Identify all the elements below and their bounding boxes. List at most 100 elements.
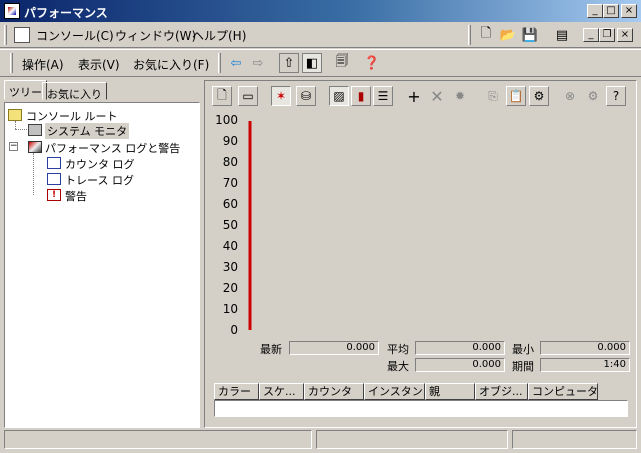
tree-label: 警告 <box>65 190 87 203</box>
help-icon[interactable]: ❓ <box>362 53 382 73</box>
y-tick-label: 0 <box>230 323 238 337</box>
tree-label: トレース ログ <box>65 174 134 187</box>
latest-value: 0.000 <box>289 341 379 355</box>
column-scale[interactable]: スケ... <box>259 383 304 400</box>
delete-counter-icon[interactable]: ✕ <box>427 86 447 106</box>
tab-tree[interactable]: ツリー <box>4 80 47 100</box>
y-tick-label: 10 <box>223 302 238 316</box>
collapse-toggle-icon[interactable]: − <box>9 142 18 151</box>
folder-icon <box>8 109 22 121</box>
counter-log-icon <box>47 157 61 169</box>
y-tick-label: 60 <box>223 197 238 211</box>
tab-favorites[interactable]: お気に入り <box>42 82 107 101</box>
mdi-restore-button[interactable]: ❐ <box>599 28 615 42</box>
copy-properties-icon[interactable]: ⎘ <box>483 86 503 106</box>
menu-view[interactable]: 表示(V) <box>78 56 120 73</box>
tree-label: パフォーマンス ログと警告 <box>45 142 181 155</box>
average-value: 0.000 <box>415 341 505 355</box>
new-file-icon[interactable]: 🗋 <box>476 25 496 45</box>
view-log-data-icon[interactable]: ⛁ <box>296 86 316 106</box>
clear-display-icon[interactable]: ▭ <box>238 86 258 106</box>
up-level-icon[interactable]: ⇧ <box>279 53 299 73</box>
column-object[interactable]: オブジ... <box>475 383 528 400</box>
graph-area: 100 90 80 70 60 50 40 30 20 10 0 <box>210 110 630 340</box>
back-arrow-icon[interactable]: ⇦ <box>226 53 246 73</box>
average-label: 平均 <box>387 343 409 356</box>
y-tick-label: 40 <box>223 239 238 253</box>
view-histogram-icon[interactable]: ▮ <box>351 86 371 106</box>
status-panel-3 <box>512 430 637 449</box>
mdi-minimize-button[interactable]: _ <box>583 28 599 42</box>
monitor-help-icon[interactable]: ? <box>606 86 626 106</box>
tree-label: システム モニタ <box>45 123 130 139</box>
title-bar: パフォーマンス _ □ × <box>0 0 641 22</box>
y-tick-label: 20 <box>223 281 238 295</box>
new-counter-set-icon[interactable]: 🗋 <box>212 86 232 106</box>
column-color[interactable]: カラー <box>214 383 259 400</box>
monitor-icon <box>28 124 42 136</box>
menu-window[interactable]: ウィンドウ(W) <box>115 27 196 44</box>
trace-log-icon <box>47 173 61 185</box>
minimum-value: 0.000 <box>540 341 630 355</box>
y-tick-label: 90 <box>223 134 238 148</box>
maximize-button[interactable]: □ <box>603 4 619 18</box>
save-icon[interactable]: 💾 <box>520 25 540 45</box>
menu-favorites[interactable]: お気に入り(F) <box>133 56 209 73</box>
freeze-display-icon[interactable]: ⊗ <box>560 86 580 106</box>
y-tick-label: 100 <box>215 113 238 127</box>
view-graph-icon[interactable]: ▨ <box>329 86 349 106</box>
left-pane-tabs: ツリー お気に入り <box>4 80 200 102</box>
y-tick-label: 70 <box>223 176 238 190</box>
action-toolbar: 操作(A) 表示(V) お気に入り(F) ⇦ ⇨ ⇧ ◧ 🗐 ❓ <box>0 49 641 77</box>
menu-bar: コンソール(C) ウィンドウ(W) ヘルプ(H) 🗋 📂 💾 ▤ _ ❐ × <box>0 22 641 48</box>
alert-icon: ! <box>47 189 61 201</box>
mdi-close-button[interactable]: × <box>617 28 633 42</box>
menubar-grip[interactable] <box>4 25 7 45</box>
duration-label: 期間 <box>512 360 534 373</box>
maximum-value: 0.000 <box>415 358 505 372</box>
menu-action[interactable]: 操作(A) <box>22 56 64 73</box>
highlight-icon[interactable]: ✹ <box>450 86 470 106</box>
column-counter[interactable]: カウンタ <box>304 383 364 400</box>
forward-arrow-icon[interactable]: ⇨ <box>248 53 268 73</box>
logs-alerts-icon <box>28 141 42 153</box>
tree-label: コンソール ルート <box>26 110 118 123</box>
tree-label: カウンタ ログ <box>65 158 135 171</box>
status-panel-1 <box>4 430 312 449</box>
menu-help[interactable]: ヘルプ(H) <box>192 27 246 44</box>
duration-value: 1:40 <box>540 358 630 372</box>
tree-connector <box>15 121 16 129</box>
add-counter-icon[interactable]: + <box>404 86 424 106</box>
performance-graph: 1009080706050403020100 <box>215 113 625 337</box>
new-window-icon[interactable]: ▤ <box>552 25 572 45</box>
console-icon <box>14 27 30 43</box>
plot-area <box>248 120 625 330</box>
y-tick-label: 80 <box>223 155 238 169</box>
chart-properties-icon[interactable]: ⚙ <box>529 86 549 106</box>
show-tree-icon[interactable]: ◧ <box>302 53 322 73</box>
open-folder-icon[interactable]: 📂 <box>498 25 518 45</box>
nav-toolbar-grip[interactable] <box>218 53 221 73</box>
close-button[interactable]: × <box>621 4 637 18</box>
performance-app-icon[interactable] <box>4 3 20 19</box>
y-tick-label: 30 <box>223 260 238 274</box>
minimize-button[interactable]: _ <box>587 4 603 18</box>
y-tick-label: 50 <box>223 218 238 232</box>
view-report-icon[interactable]: ☰ <box>373 86 393 106</box>
counter-legend-list[interactable] <box>214 400 628 417</box>
column-computer[interactable]: コンピュータ <box>528 383 598 400</box>
window-title: パフォーマンス <box>24 6 108 20</box>
update-data-icon[interactable]: ⚙ <box>583 86 603 106</box>
view-current-activity-icon[interactable]: ✶ <box>271 86 291 106</box>
status-panel-2 <box>316 430 508 449</box>
menu-console[interactable]: コンソール(C) <box>36 27 114 44</box>
maximum-label: 最大 <box>387 360 409 373</box>
action-toolbar-grip[interactable] <box>10 53 13 73</box>
tree-connector <box>33 153 34 195</box>
paste-counter-list-icon[interactable]: 📋 <box>506 86 526 106</box>
toolbar-grip[interactable] <box>468 25 471 45</box>
properties-icon[interactable]: 🗐 <box>332 53 352 73</box>
minimum-label: 最小 <box>512 343 534 356</box>
column-instance[interactable]: インスタン... <box>364 383 425 400</box>
column-parent[interactable]: 親 <box>425 383 475 400</box>
